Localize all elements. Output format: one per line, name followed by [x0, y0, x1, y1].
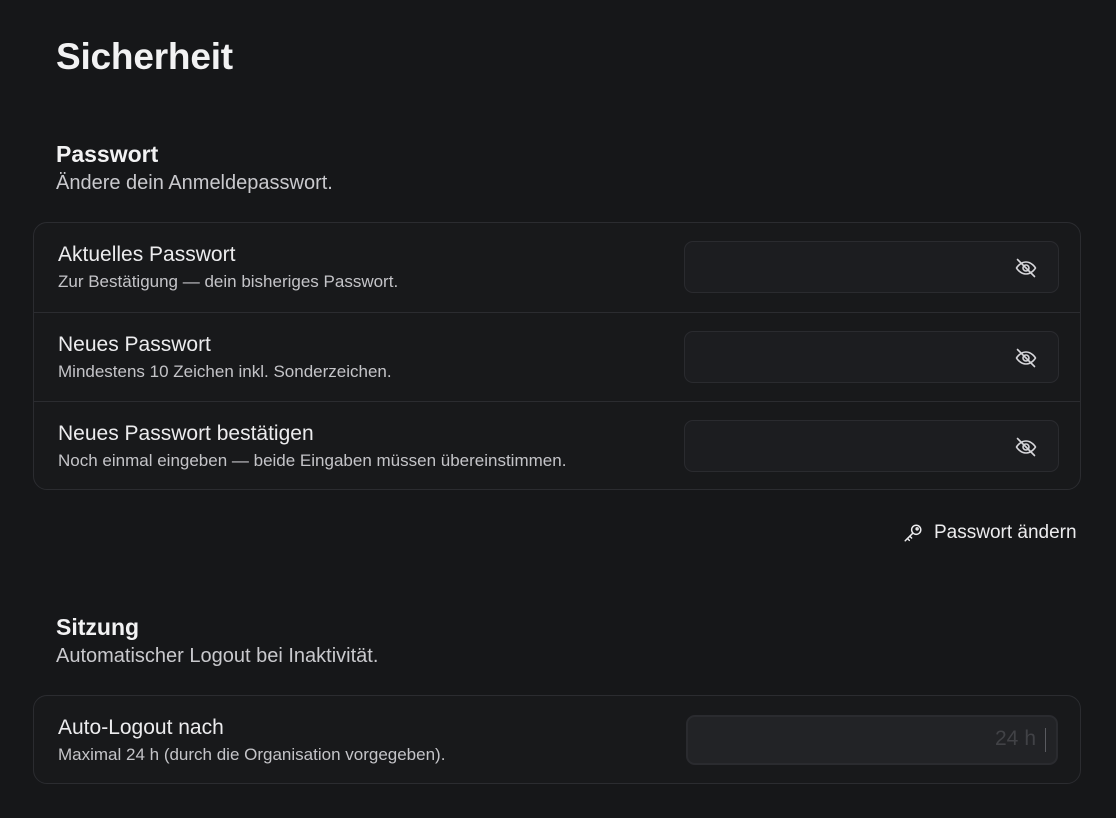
auto-logout-unit: h — [1024, 727, 1036, 750]
auto-logout-row: Auto-Logout nach Maximal 24 h (durch die… — [34, 696, 1080, 785]
password-section-subtitle: Ändere dein Anmeldepasswort. — [56, 172, 333, 194]
auto-logout-label: Auto-Logout nach — [58, 716, 224, 739]
password-card: Aktuelles Passwort Zur Bestätigung — dei… — [33, 222, 1081, 490]
session-section-title: Sitzung — [56, 614, 140, 640]
confirm-password-label: Neues Passwort bestätigen — [58, 422, 314, 445]
auto-logout-description: Maximal 24 h (durch die Organisation vor… — [58, 745, 446, 764]
auto-logout-field: 24 h — [686, 715, 1058, 765]
current-password-row: Aktuelles Passwort Zur Bestätigung — dei… — [34, 223, 1080, 312]
current-password-input[interactable] — [685, 242, 1017, 292]
text-caret — [1045, 728, 1046, 752]
password-section-title: Passwort — [56, 141, 159, 167]
new-password-label: Neues Passwort — [58, 333, 211, 356]
current-password-label: Aktuelles Passwort — [58, 243, 236, 266]
current-password-field[interactable] — [684, 241, 1059, 293]
change-password-label: Passwort ändern — [934, 522, 1077, 543]
key-icon — [902, 522, 924, 544]
session-card: Auto-Logout nach Maximal 24 h (durch die… — [33, 695, 1081, 784]
session-section-subtitle: Automatischer Logout bei Inaktivität. — [56, 645, 379, 667]
page-title: Sicherheit — [56, 36, 233, 77]
eye-off-icon[interactable] — [1014, 435, 1038, 459]
change-password-button[interactable]: Passwort ändern — [902, 519, 1077, 547]
confirm-password-row: Neues Passwort bestätigen Noch einmal ei… — [34, 401, 1080, 490]
confirm-password-input[interactable] — [685, 421, 1017, 471]
new-password-description: Mindestens 10 Zeichen inkl. Sonderzeiche… — [58, 362, 392, 381]
eye-off-icon[interactable] — [1014, 256, 1038, 280]
confirm-password-field[interactable] — [684, 420, 1059, 472]
eye-off-icon[interactable] — [1014, 346, 1038, 370]
new-password-input[interactable] — [685, 332, 1017, 382]
session-section-header: Sitzung Automatischer Logout bei Inaktiv… — [56, 613, 378, 669]
auto-logout-value: 24 h — [994, 727, 1036, 750]
password-section-header: Passwort Ändere dein Anmeldepasswort. — [56, 140, 333, 196]
confirm-password-description: Noch einmal eingeben — beide Eingaben mü… — [58, 451, 567, 470]
new-password-field[interactable] — [684, 331, 1059, 383]
new-password-row: Neues Passwort Mindestens 10 Zeichen ink… — [34, 312, 1080, 401]
current-password-description: Zur Bestätigung — dein bisheriges Passwo… — [58, 272, 399, 291]
